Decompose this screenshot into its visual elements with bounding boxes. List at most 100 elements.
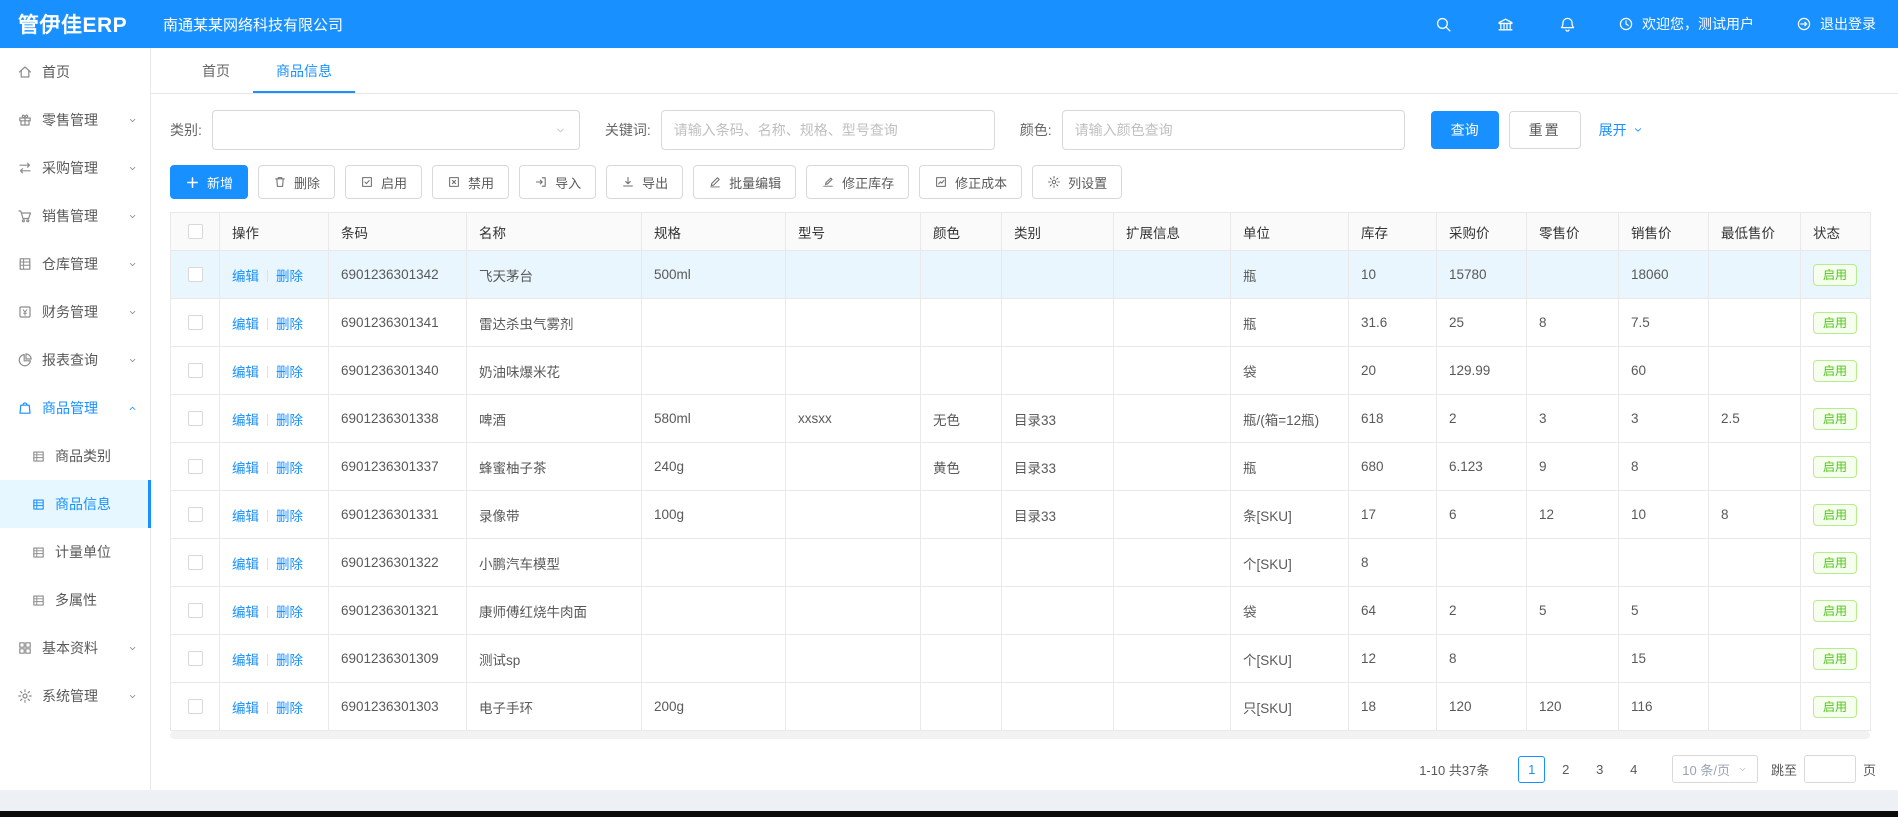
- sidebar-item[interactable]: 仓库管理: [0, 240, 150, 288]
- user-menu[interactable]: 欢迎您，测试用户: [1618, 14, 1754, 34]
- cell-name: 测试sp: [467, 635, 642, 683]
- toolbar-button[interactable]: 删除: [258, 165, 335, 199]
- delete-link[interactable]: 删除: [276, 605, 303, 620]
- cell-color: [921, 347, 1002, 395]
- row-checkbox[interactable]: [188, 363, 203, 378]
- color-label: 颜色:: [1020, 120, 1052, 140]
- cell-spec: [642, 347, 786, 395]
- sidebar-subitem[interactable]: 商品类别: [0, 432, 150, 480]
- color-input[interactable]: [1062, 110, 1405, 150]
- cell-ext: [1114, 251, 1231, 299]
- row-checkbox[interactable]: [188, 651, 203, 666]
- bank-icon[interactable]: [1497, 16, 1514, 33]
- table-row: 编辑删除6901236301342飞天茅台500ml瓶101578018060启…: [171, 251, 1871, 299]
- edit-link[interactable]: 编辑: [232, 653, 259, 668]
- bell-icon[interactable]: [1559, 16, 1576, 33]
- sidebar-item[interactable]: 基本资料: [0, 624, 150, 672]
- cell-retail_price: [1527, 539, 1619, 587]
- cell-category: [1002, 587, 1114, 635]
- delete-link[interactable]: 删除: [276, 461, 303, 476]
- toolbar-button[interactable]: 修正库存: [806, 165, 909, 199]
- row-checkbox[interactable]: [188, 699, 203, 714]
- row-checkbox[interactable]: [188, 315, 203, 330]
- edit-link[interactable]: 编辑: [232, 461, 259, 476]
- row-checkbox[interactable]: [188, 267, 203, 282]
- logout-label: 退出登录: [1820, 14, 1876, 34]
- sidebar-item[interactable]: 首页: [0, 48, 150, 96]
- delete-link[interactable]: 删除: [276, 269, 303, 284]
- toolbar-button[interactable]: 导入: [519, 165, 596, 199]
- cell-sale_price: 15: [1619, 635, 1709, 683]
- cell-min_price: [1709, 347, 1801, 395]
- cell-purchase_price: 25: [1437, 299, 1527, 347]
- expand-link[interactable]: 展开: [1599, 120, 1644, 140]
- logout-icon: [1796, 16, 1812, 32]
- delete-link[interactable]: 删除: [276, 317, 303, 332]
- page-number-button[interactable]: 1: [1518, 756, 1545, 783]
- row-checkbox[interactable]: [188, 603, 203, 618]
- sidebar-item[interactable]: 财务管理: [0, 288, 150, 336]
- edit-link[interactable]: 编辑: [232, 509, 259, 524]
- select-all-checkbox[interactable]: [188, 224, 203, 239]
- toolbar-button[interactable]: 启用: [345, 165, 422, 199]
- delete-link[interactable]: 删除: [276, 509, 303, 524]
- toolbar-button[interactable]: 修正成本: [919, 165, 1022, 199]
- row-checkbox[interactable]: [188, 555, 203, 570]
- page-number-button[interactable]: 2: [1552, 756, 1579, 783]
- chevron-down-icon: [1737, 764, 1748, 775]
- category-select[interactable]: [212, 110, 580, 150]
- sidebar-item[interactable]: 销售管理: [0, 192, 150, 240]
- cell-barcode: 6901236301340: [329, 347, 467, 395]
- page-number-button[interactable]: 3: [1586, 756, 1613, 783]
- horizontal-scrollbar[interactable]: [170, 731, 1870, 739]
- search-button[interactable]: 查询: [1431, 111, 1499, 149]
- keyword-input[interactable]: [661, 110, 995, 150]
- delete-link[interactable]: 删除: [276, 701, 303, 716]
- edit-link[interactable]: 编辑: [232, 269, 259, 284]
- toolbar-button[interactable]: 禁用: [432, 165, 509, 199]
- tab-active[interactable]: 商品信息: [253, 48, 355, 93]
- delete-link[interactable]: 删除: [276, 653, 303, 668]
- toolbar-button[interactable]: 新增: [170, 165, 248, 199]
- sidebar-item[interactable]: 报表查询: [0, 336, 150, 384]
- row-checkbox[interactable]: [188, 411, 203, 426]
- cell-retail_price: [1527, 251, 1619, 299]
- reset-button[interactable]: 重置: [1509, 111, 1581, 149]
- toolbar-button[interactable]: 导出: [606, 165, 683, 199]
- toolbar-button[interactable]: 列设置: [1032, 165, 1122, 199]
- sidebar-subitem[interactable]: 多属性: [0, 576, 150, 624]
- edit-link[interactable]: 编辑: [232, 605, 259, 620]
- row-checkbox[interactable]: [188, 507, 203, 522]
- sidebar-item[interactable]: 商品管理: [0, 384, 150, 432]
- page-number-button[interactable]: 4: [1620, 756, 1647, 783]
- cell-min_price: [1709, 635, 1801, 683]
- logout-button[interactable]: 退出登录: [1796, 14, 1876, 34]
- edit-link[interactable]: 编辑: [232, 557, 259, 572]
- page-size-select[interactable]: 10 条/页: [1672, 755, 1758, 783]
- sidebar-subitem[interactable]: 计量单位: [0, 528, 150, 576]
- sidebar-subitem[interactable]: 商品信息: [0, 480, 150, 528]
- sidebar-item[interactable]: 采购管理: [0, 144, 150, 192]
- swap-icon: [17, 160, 33, 176]
- row-checkbox[interactable]: [188, 459, 203, 474]
- edit-link[interactable]: 编辑: [232, 701, 259, 716]
- delete-link[interactable]: 删除: [276, 413, 303, 428]
- column-header: 最低售价: [1709, 213, 1801, 251]
- delete-link[interactable]: 删除: [276, 557, 303, 572]
- jump-page-input[interactable]: [1804, 755, 1856, 783]
- edit-link[interactable]: 编辑: [232, 365, 259, 380]
- delete-link[interactable]: 删除: [276, 365, 303, 380]
- pagination-total: 1-10 共37条: [1419, 760, 1489, 779]
- edit-link[interactable]: 编辑: [232, 413, 259, 428]
- tab-item[interactable]: 首页: [179, 48, 253, 93]
- toolbar-button[interactable]: 批量编辑: [693, 165, 796, 199]
- product-table: 操作条码名称规格型号颜色类别扩展信息单位库存采购价零售价销售价最低售价状态 编辑…: [170, 212, 1871, 731]
- edit-link[interactable]: 编辑: [232, 317, 259, 332]
- search-icon[interactable]: [1435, 16, 1452, 33]
- table-body: 编辑删除6901236301342飞天茅台500ml瓶101578018060启…: [171, 251, 1871, 731]
- sidebar-item[interactable]: 零售管理: [0, 96, 150, 144]
- cell-spec: 240g: [642, 443, 786, 491]
- cell-ext: [1114, 491, 1231, 539]
- sidebar-item[interactable]: 系统管理: [0, 672, 150, 720]
- cell-stock: 680: [1349, 443, 1437, 491]
